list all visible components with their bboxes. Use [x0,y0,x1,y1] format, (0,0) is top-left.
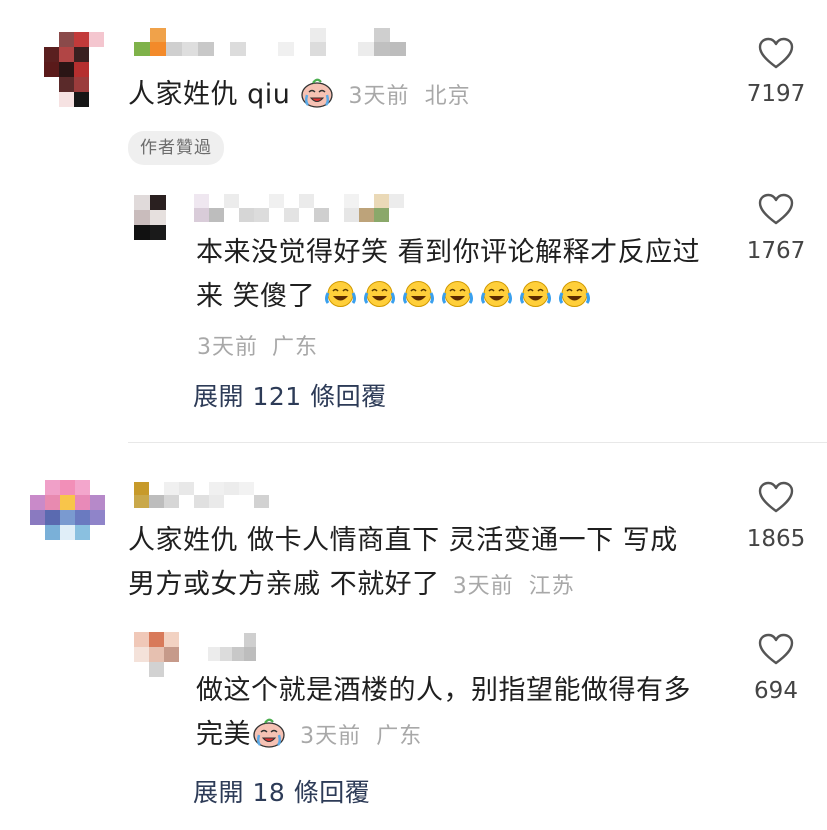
avatar[interactable] [44,32,104,107]
like-count: 1865 [746,526,806,552]
like-count: 694 [754,678,798,704]
heart-icon[interactable] [757,36,795,70]
avatar[interactable] [134,632,179,677]
expand-replies-link[interactable]: 展開 18 條回覆 [193,773,370,809]
tears-of-joy-icon [403,281,435,307]
heart-icon[interactable] [757,192,795,226]
username-mosaic[interactable] [208,633,256,661]
comment-body-line: 人家姓仇 做卡人情商直下 灵活变通一下 写成 [128,525,678,556]
tears-of-joy-icon [364,281,396,307]
comment-time: 3天前 [300,724,362,749]
tears-of-joy-icon [442,281,474,307]
comment-location: 北京 [424,84,471,109]
comment-location: 广东 [376,724,423,749]
cry-laugh-icon [301,78,334,108]
author-liked-badge: 作者贊過 [128,131,224,165]
comment-time: 3天前 [348,84,410,109]
tears-of-joy-icon [325,281,357,307]
comment-body-line: 来 笑傻了 [196,275,700,319]
comment-body-line: 完美 3天前 广东 [196,713,691,759]
comment-location: 广东 [272,335,319,360]
cry-laugh-icon [253,718,285,748]
tears-of-joy-icon [520,281,552,307]
like-count: 7197 [746,81,806,107]
heart-icon[interactable] [757,480,795,514]
comment-text: 人家姓仇 qiu 3天前 北京 [128,73,471,119]
username-mosaic[interactable] [134,28,422,56]
heart-icon[interactable] [757,632,795,666]
comment-location: 江苏 [528,574,575,599]
avatar[interactable] [134,195,166,240]
like-count: 1767 [746,238,806,264]
username-mosaic[interactable] [194,194,404,222]
comment-time: 3天前 [452,574,514,599]
comment-text: 本来没觉得好笑 看到你评论解释才反应过 来 笑傻了 [196,231,700,319]
comment-body-line: 男方或女方亲戚 不就好了 3天前 江苏 [128,569,575,600]
comment-body-line: 本来没觉得好笑 看到你评论解释才反应过 [196,237,701,268]
comment-body: 人家姓仇 qiu [128,79,291,110]
avatar[interactable] [30,480,105,540]
comment-body-line: 做这个就是酒楼的人，别指望能做得有多 [196,675,691,706]
divider [128,442,827,443]
comment-text: 做这个就是酒楼的人，别指望能做得有多 完美 3天前 广东 [196,669,691,759]
comment-time: 3天前 [197,335,258,360]
expand-replies-link[interactable]: 展開 121 條回覆 [193,377,387,413]
comment-text: 人家姓仇 做卡人情商直下 灵活变通一下 写成 男方或女方亲戚 不就好了 3天前 … [128,519,678,609]
tears-of-joy-icon [559,281,591,307]
tears-of-joy-icon [481,281,513,307]
username-mosaic[interactable] [134,482,284,508]
comment-meta: 3天前 广东 [197,329,318,361]
laugh-emoji-row [324,281,597,312]
